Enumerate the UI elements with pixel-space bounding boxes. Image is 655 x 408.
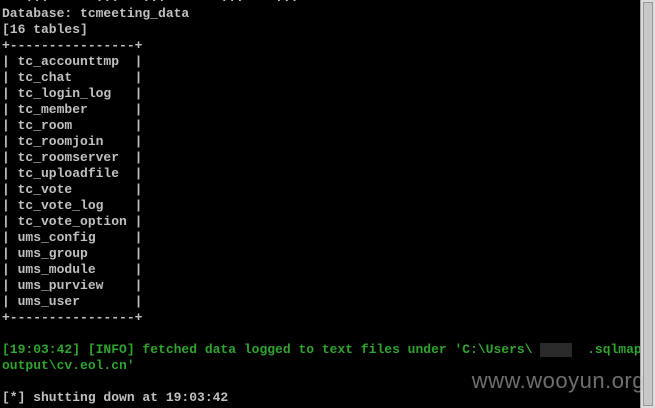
table-row: | tc_vote_option | (2, 214, 143, 229)
table-row: | tc_chat | (2, 70, 143, 85)
table-border-bottom: +----------------+ (2, 310, 143, 325)
table-count: [16 tables] (2, 22, 88, 37)
table-row: | ums_group | (2, 246, 143, 261)
database-line: Database: tcmeeting_data (2, 6, 190, 21)
table-row: | ums_config | (2, 230, 143, 245)
shutdown-line: [*] shutting down at 19:03:42 (2, 390, 229, 405)
table-row: | tc_uploadfile | (2, 166, 143, 181)
table-row: | tc_vote_log | (2, 198, 143, 213)
vertical-scrollbar[interactable] (640, 0, 655, 408)
table-row: | tc_room | (2, 118, 143, 133)
table-row: | ums_purview | (2, 278, 143, 293)
table-row: | tc_roomserver | (2, 150, 143, 165)
table-border-top: +----------------+ (2, 38, 143, 53)
table-row: | tc_member | (2, 102, 143, 117)
table-row: | tc_vote | (2, 182, 143, 197)
table-row: | tc_accounttmp | (2, 54, 143, 69)
table-row: | ums_module | (2, 262, 143, 277)
table-row: | ums_user | (2, 294, 143, 309)
table-row: | tc_login_log | (2, 86, 143, 101)
scrollbar-thumb[interactable] (643, 2, 653, 406)
info-log-line-continued: output\cv.eol.cn' (2, 358, 135, 373)
redacted-username (540, 343, 572, 357)
terminal-output[interactable]: ... ... ... ... ... Database: tcmeeting_… (0, 0, 650, 408)
table-row: | tc_roomjoin | (2, 134, 143, 149)
watermark: www.wooyun.org (471, 368, 645, 393)
